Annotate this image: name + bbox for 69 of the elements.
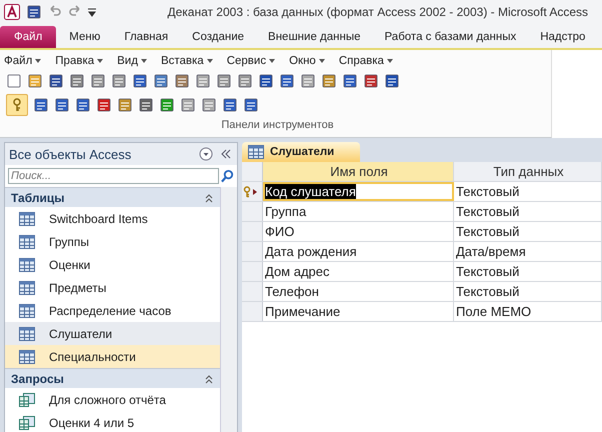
ribbon-tab[interactable]: Работа с базами данных [374,26,528,48]
menu-item[interactable]: Файл [4,55,32,67]
dropdown-arrow-icon[interactable] [206,59,213,63]
navigation-item[interactable]: Switchboard Items [5,207,220,230]
ribbon-tab[interactable]: Внешние данные [257,26,372,48]
ribbon-tab[interactable]: Надстро [529,26,596,48]
primary-key-button[interactable] [6,94,28,116]
table-cell[interactable]: Дом адрес [263,262,454,281]
table-cell[interactable]: Дата/время [454,242,602,261]
group-header[interactable]: Таблицы [5,187,220,207]
table-cell[interactable]: Телефон [263,282,454,301]
window-title: Деканат 2003 : база данных (формат Access 2002 - 2003) - Microsoft Access [167,5,588,19]
new-page-icon[interactable] [6,73,22,89]
query-icon [19,392,35,406]
table-cell[interactable]: Группа [263,202,454,221]
table-cell[interactable]: Поле MEMO [454,302,602,321]
table-cell[interactable]: Текстовый [454,182,602,201]
dropdown-arrow-icon[interactable] [386,59,393,63]
ribbon-tab[interactable]: Создание [181,26,256,48]
menu-item[interactable]: Правка [55,55,94,67]
menu-item[interactable]: Сервис [226,55,266,67]
collapse-icon[interactable] [204,374,214,384]
dropdown-arrow-icon[interactable] [140,59,147,63]
dropdown-arrow-icon[interactable] [269,59,276,63]
menu-item[interactable]: Вставка [160,55,204,67]
table-cell[interactable]: ФИО [263,222,454,241]
table-cell[interactable]: Дата рождения [263,242,454,261]
table-cell[interactable]: Текстовый [454,262,602,281]
dropdown-icon[interactable] [199,147,213,161]
navigation-item[interactable]: Слушатели [5,322,220,345]
navigation-item[interactable]: Группы [5,230,220,253]
collapse-icon[interactable] [204,192,214,202]
ribbon-group-label: Панели инструментов [220,119,335,131]
table-cell[interactable]: Код слушателя [263,182,454,201]
table-cell[interactable]: Текстовый [454,202,602,221]
search-field[interactable]: Поиск... [8,168,219,184]
key-icon [11,98,23,112]
dropdown-arrow-icon[interactable] [97,59,104,63]
dropdown-arrow-icon[interactable] [318,59,325,63]
document-tab[interactable]: Слушатели [242,142,360,162]
table-cell[interactable]: Текстовый [454,282,602,301]
customize-dropdown-icon[interactable] [88,7,96,17]
column-header[interactable]: Имя поля [263,162,454,181]
menu-item[interactable]: Вид [117,55,138,67]
app-logo-icon[interactable] [4,4,20,20]
file-tab[interactable]: Файл [0,26,56,48]
collapse-icon[interactable] [219,147,233,161]
table-cell[interactable]: Примечание [263,302,454,321]
navigation-item[interactable]: Оценки [5,253,220,276]
scrollbar[interactable] [220,187,237,432]
navigation-item[interactable]: Специальности [5,345,220,368]
navigation-item[interactable]: Оценки 4 или 5 [5,411,220,432]
search-icon[interactable] [220,169,234,183]
group-label: Запросы [11,372,65,386]
dropdown-arrow-icon[interactable] [35,59,42,63]
column-header[interactable]: Тип данных [454,162,602,181]
navigation-item[interactable]: Для сложного отчёта [5,388,220,411]
group-label: Таблицы [11,190,66,204]
navigation-item[interactable]: Предметы [5,276,220,299]
ribbon-tab[interactable]: Главная [113,26,180,48]
group-header[interactable]: Запросы [5,368,220,388]
menu-item[interactable]: Справка [338,55,384,67]
navigation-pane-title: Все объекты Access [9,146,132,162]
table-cell[interactable]: Текстовый [454,222,602,241]
ribbon-tab[interactable]: Меню [58,26,112,48]
row-selector[interactable] [242,182,263,201]
menu-item[interactable]: Окно [289,55,316,67]
navigation-item[interactable]: Распределение часов [5,299,220,322]
query-icon [19,416,35,430]
